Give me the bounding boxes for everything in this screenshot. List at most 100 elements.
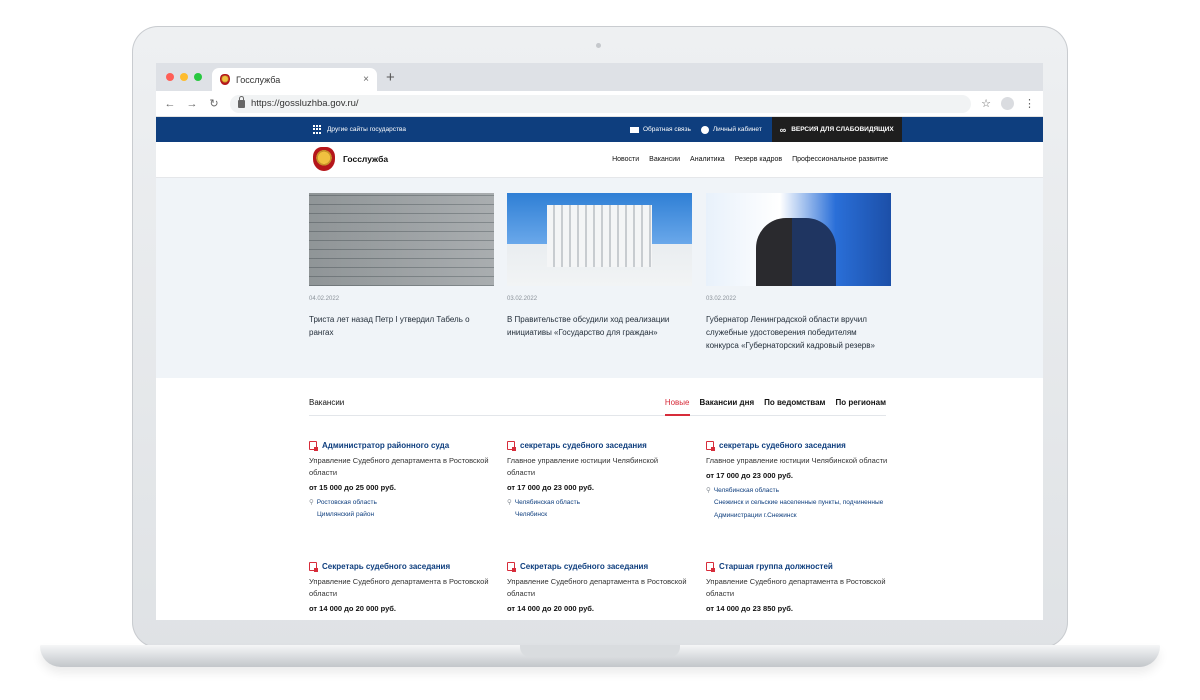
forward-button[interactable]: → (186, 98, 198, 110)
nav-development[interactable]: Профессиональное развитие (792, 156, 888, 163)
vacancy-salary: от 17 000 до 23 000 руб. (706, 471, 793, 480)
document-icon (706, 562, 715, 572)
news-date: 03.02.2022 (507, 296, 538, 302)
news-date: 04.02.2022 (309, 296, 340, 302)
news-image (507, 193, 692, 286)
news-title[interactable]: Триста лет назад Петр I утвердил Табель … (309, 314, 494, 340)
site-logo[interactable]: Госслужба (313, 147, 388, 171)
mail-icon (630, 126, 639, 133)
news-card[interactable]: 03.02.2022 В Правительстве обсудили ход … (507, 193, 692, 340)
vacancy-salary: от 14 000 до 20 000 руб. (309, 604, 396, 613)
maximize-window-button[interactable] (194, 73, 202, 81)
document-icon (507, 562, 516, 572)
vacancy-org: Управление Судебного департамента в Рост… (309, 456, 489, 477)
document-icon (309, 441, 318, 451)
site-title: Госслужба (343, 154, 389, 164)
vacancy-place[interactable]: Челябинск (507, 509, 687, 521)
vacancy-name: Секретарь судебного заседания (322, 562, 451, 571)
browser-tab[interactable]: Госслужба × (212, 68, 377, 91)
main-nav: Новости Вакансии Аналитика Резерв кадров… (612, 156, 888, 163)
close-window-button[interactable] (166, 73, 174, 81)
vacancy-card: секретарь судебного заседания Главное уп… (507, 441, 687, 522)
vacancy-org: Управление Судебного департамента в Рост… (706, 577, 886, 598)
apps-grid-icon (313, 125, 322, 134)
vacancy-place[interactable]: Снежинск и сельские населенные пункты, п… (706, 497, 888, 522)
vacancies-header: Вакансии Новые Вакансии дня По ведомства… (309, 396, 886, 416)
tab-vacancies-of-day[interactable]: Вакансии дня (700, 398, 755, 416)
nav-analytics[interactable]: Аналитика (690, 156, 725, 163)
vacancy-salary: от 14 000 до 20 000 руб. (507, 604, 594, 613)
tab-title: Госслужба (236, 74, 281, 85)
news-image (309, 193, 494, 286)
news-card[interactable]: 03.02.2022 Губернатор Ленинградской обла… (706, 193, 891, 352)
vacancy-link[interactable]: Старшая группа должностей (706, 562, 886, 572)
new-tab-button[interactable]: + (386, 69, 395, 86)
accessible-version-button[interactable]: ∞ ВЕРСИЯ ДЛЯ СЛАБОВИДЯЩИХ (771, 117, 902, 142)
coat-of-arms-icon (313, 147, 335, 171)
account-link[interactable]: Личный кабинет (700, 125, 762, 134)
account-label: Личный кабинет (712, 126, 762, 133)
vacancy-name: Старшая группа должностей (719, 562, 833, 571)
news-image (706, 193, 891, 286)
minimize-window-button[interactable] (180, 73, 188, 81)
laptop-screen: Госслужба × + ← → ↻ https://gossluzhba.g… (156, 63, 1043, 620)
document-icon (309, 562, 318, 572)
url-text: https://gossluzhba.gov.ru/ (251, 98, 359, 109)
vacancy-link[interactable]: Секретарь судебного заседания (507, 562, 687, 572)
laptop-notch (520, 645, 680, 657)
site-top-bar: Другие сайты государства Обратная связь … (156, 117, 1043, 142)
vacancies-tabs: Новые Вакансии дня По ведомствам По реги… (664, 398, 886, 416)
vacancy-link[interactable]: Администратор районного суда (309, 441, 489, 451)
vacancy-link[interactable]: секретарь судебного заседания (706, 441, 888, 451)
site-header: Госслужба Новости Вакансии Аналитика Рез… (156, 142, 1043, 178)
vacancy-name: Секретарь судебного заседания (520, 562, 649, 571)
vacancy-region[interactable]: Челябинская область (515, 499, 580, 506)
back-button[interactable]: ← (164, 98, 176, 110)
other-sites-link[interactable]: Другие сайты государства (313, 125, 406, 134)
vacancy-link[interactable]: Секретарь судебного заседания (309, 562, 489, 572)
address-bar-row: ← → ↻ https://gossluzhba.gov.ru/ ☆ ⋮ (156, 91, 1043, 117)
vacancy-name: Администратор районного суда (322, 441, 450, 450)
lock-icon (238, 95, 245, 108)
other-sites-label: Другие сайты государства (327, 126, 406, 133)
vacancy-place[interactable]: Цимлянский район (309, 509, 489, 521)
vacancy-card: Администратор районного суда Управление … (309, 441, 489, 522)
window-controls (166, 73, 202, 81)
tab-by-region[interactable]: По регионам (835, 398, 886, 416)
vacancy-name: секретарь судебного заседания (719, 441, 846, 450)
feedback-link[interactable]: Обратная связь (630, 126, 691, 133)
user-icon (700, 125, 709, 134)
news-date: 03.02.2022 (706, 296, 737, 302)
news-title[interactable]: Губернатор Ленинградской области вручил … (706, 314, 891, 352)
bookmark-star-icon[interactable]: ☆ (981, 97, 991, 110)
vacancy-region[interactable]: Ростовская область (317, 499, 377, 506)
profile-avatar[interactable] (1001, 97, 1014, 110)
vacancy-org: Главное управление юстиции Челябинской о… (507, 456, 659, 477)
vacancy-card: Секретарь судебного заседания Управление… (309, 562, 489, 613)
feedback-label: Обратная связь (643, 126, 691, 133)
vacancy-salary: от 14 000 до 23 850 руб. (706, 604, 793, 613)
glasses-icon: ∞ (779, 124, 787, 135)
tab-new[interactable]: Новые (664, 398, 690, 416)
vacancy-link[interactable]: секретарь судебного заседания (507, 441, 687, 451)
location-pin-icon: ⚲ (706, 487, 711, 494)
nav-reserve[interactable]: Резерв кадров (735, 156, 782, 163)
accessible-version-label: ВЕРСИЯ ДЛЯ СЛАБОВИДЯЩИХ (791, 126, 894, 133)
vacancy-location: ⚲ Челябинская область Челябинск (507, 497, 687, 522)
nav-news[interactable]: Новости (612, 156, 639, 163)
vacancies-title: Вакансии (309, 398, 345, 407)
vacancy-location: ⚲ Челябинская область Снежинск и сельские… (706, 485, 888, 522)
news-title[interactable]: В Правительстве обсудили ход реализации … (507, 314, 692, 340)
reload-button[interactable]: ↻ (208, 97, 220, 110)
browser-menu-icon[interactable]: ⋮ (1024, 97, 1035, 110)
url-field[interactable]: https://gossluzhba.gov.ru/ (230, 94, 972, 113)
vacancy-salary: от 15 000 до 25 000 руб. (309, 483, 396, 492)
news-card[interactable]: 04.02.2022 Триста лет назад Петр I утвер… (309, 193, 494, 340)
vacancy-org: Главное управление юстиции Челябинской о… (706, 456, 888, 465)
vacancy-card: секретарь судебного заседания Главное уп… (706, 441, 888, 522)
vacancy-region[interactable]: Челябинская область (714, 487, 779, 494)
tab-close-icon[interactable]: × (363, 74, 369, 85)
nav-vacancies[interactable]: Вакансии (649, 156, 680, 163)
tab-by-department[interactable]: По ведомствам (764, 398, 825, 416)
camera (596, 43, 601, 48)
